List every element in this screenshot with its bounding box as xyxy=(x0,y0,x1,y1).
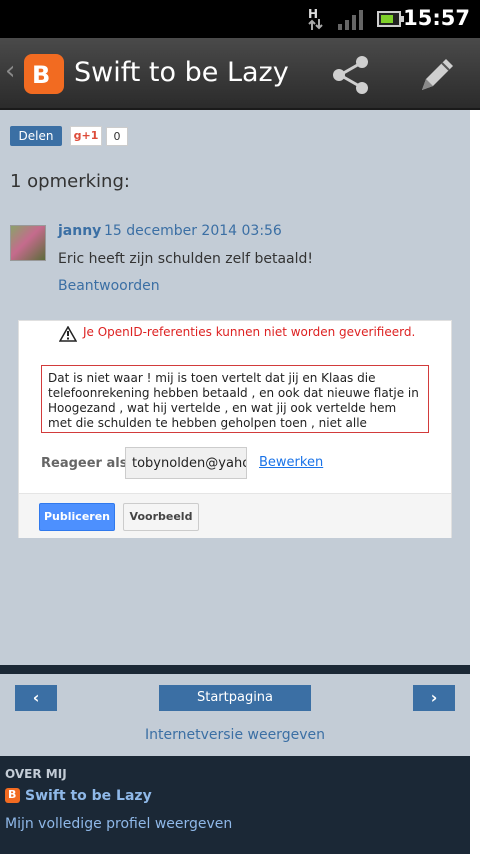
battery-icon xyxy=(377,11,404,27)
signal-bars-icon xyxy=(338,10,363,30)
nav-divider xyxy=(0,665,470,674)
comment-textarea[interactable]: Dat is niet waar ! mij is toen vertelt d… xyxy=(41,365,429,433)
action-bar: ‹ B Swift to be Lazy xyxy=(0,38,480,110)
google-plus-button[interactable]: g+1 xyxy=(70,126,102,146)
error-message: Je OpenID-referenties kunnen niet worden… xyxy=(83,325,416,339)
google-plus-count: 0 xyxy=(106,127,128,146)
comment-date[interactable]: 15 december 2014 03:56 xyxy=(104,223,282,239)
share-delen-button[interactable]: Delen xyxy=(10,126,62,146)
app-title: Swift to be Lazy xyxy=(74,57,289,88)
web-version-link[interactable]: Internetversie weergeven xyxy=(0,727,470,743)
share-icon[interactable] xyxy=(326,50,376,100)
status-bar: H 15:57 xyxy=(0,0,480,38)
about-heading: OVER MIJ xyxy=(5,767,67,781)
blogger-logo-icon: B xyxy=(5,788,20,803)
edit-identity-link[interactable]: Bewerken xyxy=(259,455,323,470)
warning-triangle-icon xyxy=(59,326,77,342)
clock: 15:57 xyxy=(403,6,470,30)
comment-form: Je OpenID-referenties kunnen niet worden… xyxy=(18,320,452,538)
comments-heading: 1 opmerking: xyxy=(10,171,130,192)
logo-letter: B xyxy=(32,61,51,89)
comment-author[interactable]: janny xyxy=(58,223,101,239)
identity-select[interactable]: tobynolden@yahoo xyxy=(125,447,247,479)
blogger-logo-icon[interactable]: B xyxy=(24,54,64,94)
back-chevron-icon[interactable]: ‹ xyxy=(5,56,15,86)
pencil-icon[interactable] xyxy=(412,50,462,100)
avatar[interactable] xyxy=(10,225,46,261)
publish-button[interactable]: Publiceren xyxy=(39,503,115,531)
blog-name-link[interactable]: Swift to be Lazy xyxy=(25,788,152,804)
mini-logo-letter: B xyxy=(8,788,17,801)
full-profile-link[interactable]: Mijn volledige profiel weergeven xyxy=(5,816,232,832)
previous-page-button[interactable]: ‹ xyxy=(15,685,57,711)
reply-as-label: Reageer als: xyxy=(41,456,133,471)
reply-link[interactable]: Beantwoorden xyxy=(58,278,160,294)
scroll-edge xyxy=(470,110,480,854)
home-button[interactable]: Startpagina xyxy=(159,685,311,711)
comment-text: Eric heeft zijn schulden zelf betaald! xyxy=(58,251,314,267)
network-type-icon: H xyxy=(308,7,323,30)
preview-button[interactable]: Voorbeeld xyxy=(123,503,199,531)
next-page-button[interactable]: › xyxy=(413,685,455,711)
svg-text:H: H xyxy=(308,7,318,21)
about-footer: OVER MIJ B Swift to be Lazy Mijn volledi… xyxy=(0,756,470,854)
